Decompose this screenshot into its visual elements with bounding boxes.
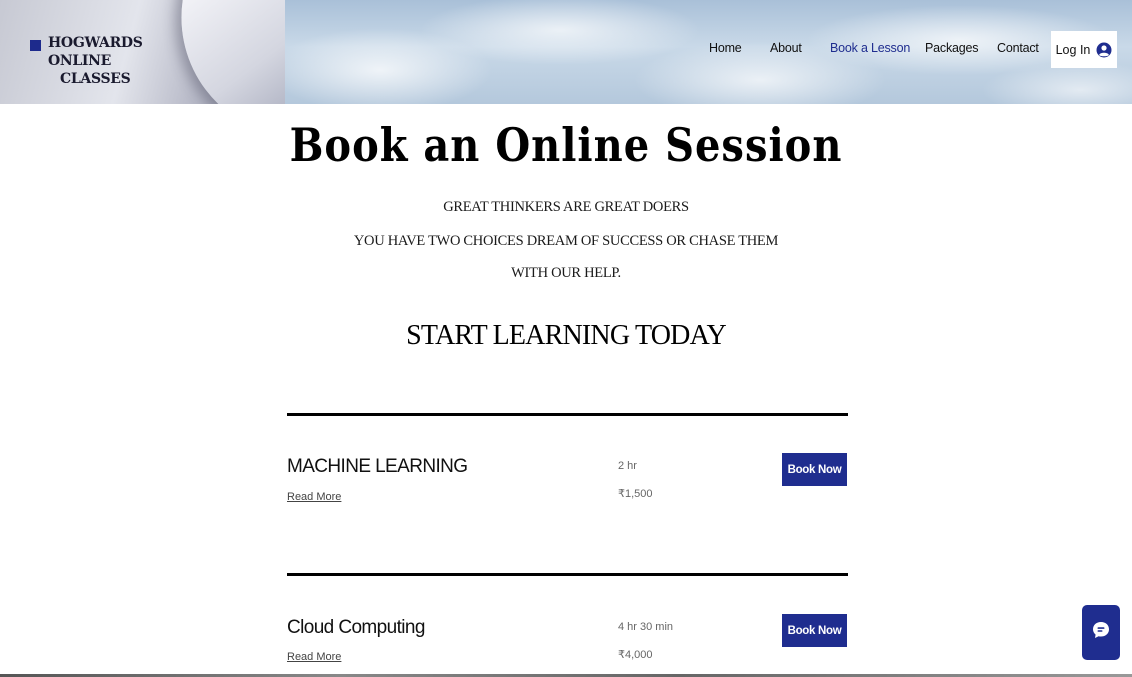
tagline-line-1: GREAT THINKERS ARE GREAT DOERS (443, 199, 689, 215)
service-divider (287, 573, 848, 576)
logo-line-2: CLASSES (60, 71, 131, 87)
service-divider (287, 413, 848, 416)
read-more-link[interactable]: Read More (287, 491, 341, 503)
page: HOGWARDS ONLINE CLASSES Home About Book … (0, 0, 1132, 677)
logo-panel: HOGWARDS ONLINE CLASSES (0, 0, 285, 104)
site-header: HOGWARDS ONLINE CLASSES Home About Book … (0, 0, 1132, 104)
chat-button[interactable] (1082, 605, 1120, 660)
nav-about[interactable]: About (770, 41, 802, 55)
nav-contact[interactable]: Contact (997, 41, 1039, 55)
tagline-line-2: YOU HAVE TWO CHOICES DREAM OF SUCCESS OR… (353, 233, 779, 249)
service-price: ₹1,500 (618, 488, 653, 500)
nav-packages[interactable]: Packages (925, 41, 978, 55)
section-title: START LEARNING TODAY (406, 320, 727, 351)
service-price: ₹4,000 (618, 649, 653, 661)
user-circle-icon (1096, 42, 1112, 58)
login-label: Log In (1055, 42, 1091, 57)
logo-line-1: HOGWARDS ONLINE (48, 35, 143, 69)
logo-square-icon (30, 40, 41, 51)
book-now-button[interactable]: Book Now (782, 453, 847, 486)
chat-bubble-icon (1091, 620, 1111, 645)
service-duration: 4 hr 30 min (618, 621, 674, 633)
read-more-link[interactable]: Read More (287, 651, 341, 663)
page-title: Book an Online Session (289, 118, 843, 173)
book-now-button[interactable]: Book Now (782, 614, 847, 647)
tagline-line-3: WITH OUR HELP. (511, 265, 621, 281)
service-name: Cloud Computing (287, 617, 425, 638)
service-name: MACHINE LEARNING (287, 456, 468, 477)
login-button[interactable]: Log In (1051, 31, 1117, 68)
service-duration: 2 hr (618, 460, 637, 472)
nav-book-a-lesson[interactable]: Book a Lesson (830, 41, 910, 55)
site-logo[interactable]: HOGWARDS ONLINE CLASSES (48, 34, 188, 88)
nav-home[interactable]: Home (709, 41, 742, 55)
